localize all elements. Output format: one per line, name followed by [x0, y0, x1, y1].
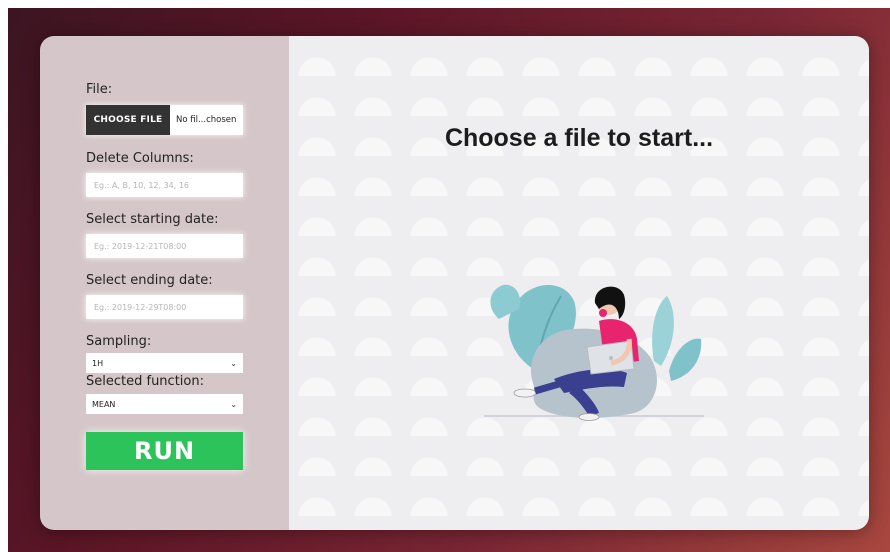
file-label: File: [86, 82, 113, 97]
function-select-value: MEAN [92, 399, 116, 409]
end-date-input[interactable] [86, 295, 243, 319]
sampling-select-value: 1H [92, 358, 104, 368]
end-date-label: Select ending date: [86, 273, 213, 288]
chevron-down-icon: ⌄ [230, 399, 237, 409]
delete-columns-input[interactable] [86, 173, 243, 197]
choose-file-button[interactable]: CHOOSE FILE [86, 105, 170, 135]
delete-columns-label: Delete Columns: [86, 151, 194, 166]
start-date-label: Select starting date: [86, 212, 219, 227]
sampling-select[interactable]: 1H ⌄ [86, 353, 243, 373]
sampling-label: Sampling: [86, 334, 152, 349]
function-select[interactable]: MEAN ⌄ [86, 394, 243, 414]
chevron-down-icon: ⌄ [230, 358, 237, 368]
run-button[interactable]: RUN [86, 432, 243, 470]
file-picker[interactable]: CHOOSE FILE No fil...chosen [86, 105, 243, 135]
function-label: Selected function: [86, 374, 204, 389]
start-date-input[interactable] [86, 234, 243, 258]
file-status-text: No fil...chosen [176, 115, 237, 125]
page-title: Choose a file to start... [444, 124, 714, 152]
main-panel: Choose a file to start... [289, 36, 869, 530]
app-card: File: CHOOSE FILE No fil...chosen Delete… [40, 36, 869, 530]
person-with-laptop-illustration [484, 284, 704, 421]
sidebar-form: File: CHOOSE FILE No fil...chosen Delete… [40, 36, 289, 530]
